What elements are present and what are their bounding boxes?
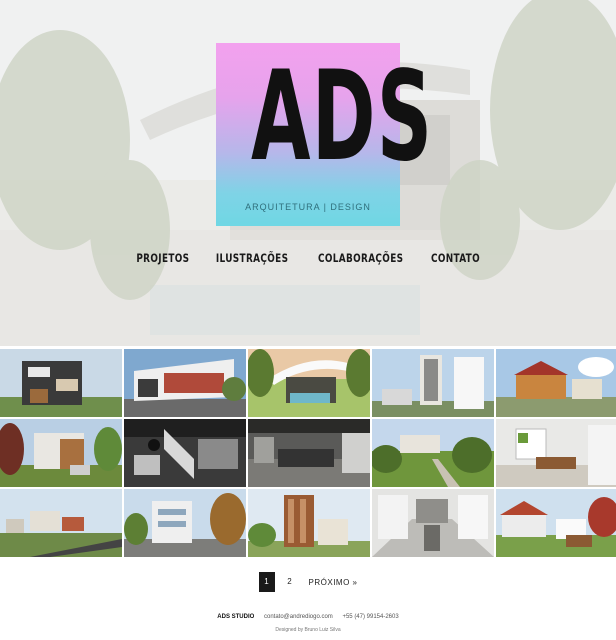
- project-thumb-13[interactable]: [248, 489, 370, 557]
- ads-logo[interactable]: ADS ARQUITETURA | DESIGN: [216, 43, 434, 226]
- project-thumb-10[interactable]: [496, 419, 616, 487]
- hero-banner: ADS ARQUITETURA | DESIGN PROJETOS ILUSTR…: [0, 0, 616, 346]
- project-thumb-9[interactable]: [372, 419, 494, 487]
- project-thumb-8[interactable]: [248, 419, 370, 487]
- project-thumb-5[interactable]: [496, 349, 616, 417]
- next-page-link[interactable]: PRÓXIMO »: [309, 578, 358, 587]
- footer-phone: +55 (47) 99154-2603: [342, 614, 399, 620]
- nav-contato[interactable]: CONTATO: [431, 251, 480, 265]
- project-gallery: [0, 349, 616, 558]
- project-thumb-7[interactable]: [124, 419, 246, 487]
- pagination: 1 2 PRÓXIMO »: [0, 572, 616, 592]
- footer: ADS STUDIO contato@andrediogo.com +55 (4…: [0, 614, 616, 620]
- page-2-link[interactable]: 2: [283, 572, 297, 592]
- main-nav: PROJETOS ILUSTRAÇÕES COLABORAÇÕES CONTAT…: [0, 249, 616, 267]
- nav-colaboracoes[interactable]: COLABORAÇÕES: [318, 251, 403, 265]
- project-thumb-12[interactable]: [124, 489, 246, 557]
- footer-brand: ADS STUDIO: [217, 614, 255, 620]
- project-thumb-1[interactable]: [0, 349, 122, 417]
- project-thumb-15[interactable]: [496, 489, 616, 557]
- nav-ilustracoes[interactable]: ILUSTRAÇÕES: [216, 251, 288, 265]
- project-thumb-6[interactable]: [0, 419, 122, 487]
- nav-projetos[interactable]: PROJETOS: [136, 251, 189, 265]
- page-1-current[interactable]: 1: [258, 572, 275, 592]
- project-thumb-2[interactable]: [124, 349, 246, 417]
- project-thumb-4[interactable]: [372, 349, 494, 417]
- logo-subtitle: ARQUITETURA | DESIGN: [245, 202, 371, 212]
- project-thumb-3[interactable]: [248, 349, 370, 417]
- project-thumb-14[interactable]: [372, 489, 494, 557]
- footer-email[interactable]: contato@andrediogo.com: [264, 614, 333, 620]
- logo-mark: ADS: [250, 45, 434, 189]
- designer-credit: Designed by Bruno Luiz Silva: [275, 627, 341, 633]
- project-thumb-11[interactable]: [0, 489, 122, 557]
